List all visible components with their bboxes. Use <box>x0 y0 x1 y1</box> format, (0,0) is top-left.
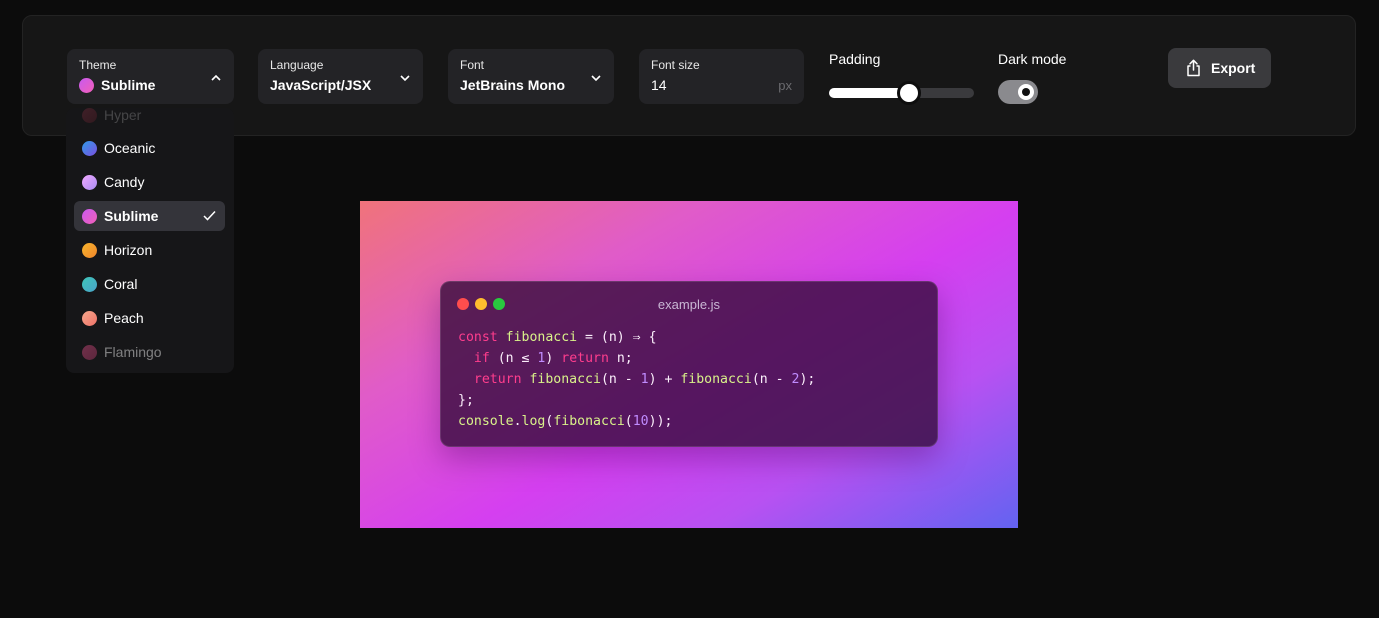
code-token: fibonacci <box>680 372 752 387</box>
code-block[interactable]: const fibonacci = (n) ⇒ { if (n ≤ 1) ret… <box>458 327 815 432</box>
code-token: return <box>561 351 609 366</box>
theme-option-coral[interactable]: Coral <box>74 269 225 299</box>
font-value: JetBrains Mono <box>460 77 566 93</box>
code-token: fibonacci <box>505 330 578 345</box>
code-token: return <box>473 372 530 387</box>
dark-mode-toggle[interactable] <box>998 80 1038 104</box>
code-line: console.log(fibonacci(10)); <box>458 411 815 432</box>
language-value: JavaScript/JSX <box>270 77 372 93</box>
theme-option-oceanic[interactable]: Oceanic <box>74 133 225 163</box>
export-label: Export <box>1211 60 1256 76</box>
chevron-down-icon <box>400 75 410 82</box>
theme-color-swatch <box>82 140 97 156</box>
code-token: . <box>513 414 522 429</box>
theme-option-label: Candy <box>104 174 145 190</box>
code-line: const fibonacci = (n) ⇒ { <box>458 327 815 348</box>
code-line: if (n ≤ 1) return n; <box>458 348 815 369</box>
checkmark-icon <box>203 210 216 221</box>
code-token: = (n) ⇒ { <box>577 330 657 345</box>
code-token: ) + <box>648 372 681 387</box>
theme-option-hyper[interactable]: Hyper <box>74 108 225 130</box>
theme-value: Sublime <box>101 77 156 93</box>
theme-label: Theme <box>79 58 117 72</box>
theme-dropdown-menu: Hyper Oceanic Candy Sublime Horizon Coral Peac… <box>66 108 234 373</box>
theme-color-swatch <box>82 174 97 190</box>
code-token: if <box>473 351 490 366</box>
chevron-up-icon <box>211 74 221 81</box>
theme-option-horizon[interactable]: Horizon <box>74 235 225 265</box>
code-token: console <box>458 414 514 429</box>
font-size-unit: px <box>778 78 792 93</box>
code-token: 1 <box>640 372 649 387</box>
export-button[interactable]: Export <box>1168 48 1271 88</box>
theme-option-label: Coral <box>104 276 138 292</box>
window-filename[interactable]: example.js <box>441 297 937 312</box>
theme-color-swatch <box>82 276 97 292</box>
theme-color-swatch <box>82 242 97 258</box>
theme-option-peach[interactable]: Peach <box>74 303 225 333</box>
code-token: ) <box>545 351 562 366</box>
code-token: const <box>458 330 506 345</box>
code-line: return fibonacci(n - 1) + fibonacci(n - … <box>458 369 815 390</box>
chevron-down-icon <box>591 75 601 82</box>
code-preview-canvas: example.js const fibonacci = (n) ⇒ { if … <box>360 201 1018 528</box>
code-token: 10 <box>632 414 649 429</box>
share-icon <box>1187 59 1200 77</box>
code-token: fibonacci <box>529 372 601 387</box>
code-window: example.js const fibonacci = (n) ⇒ { if … <box>440 281 938 447</box>
font-label: Font <box>460 58 485 72</box>
code-token: fibonacci <box>553 414 625 429</box>
code-token: ); <box>799 372 816 387</box>
theme-select[interactable]: Theme Sublime <box>67 49 234 104</box>
theme-option-sublime[interactable]: Sublime <box>74 201 225 231</box>
code-token: (n - <box>600 372 641 387</box>
theme-option-label: Hyper <box>104 108 142 123</box>
theme-color-swatch <box>82 108 97 123</box>
padding-slider[interactable] <box>829 81 974 105</box>
language-label: Language <box>270 58 324 72</box>
code-token: n; <box>608 351 633 366</box>
code-token: ( <box>624 414 633 429</box>
code-token: )); <box>648 414 673 429</box>
theme-color-swatch <box>79 78 94 93</box>
theme-option-label: Oceanic <box>104 140 156 156</box>
code-token: log <box>521 414 546 429</box>
font-size-value[interactable]: 14 <box>651 77 792 94</box>
font-size-label: Font size <box>651 58 700 72</box>
theme-option-label: Sublime <box>104 208 159 224</box>
theme-color-swatch <box>82 208 97 224</box>
theme-color-swatch <box>82 310 97 326</box>
code-token: }; <box>458 393 474 408</box>
dark-mode-label: Dark mode <box>998 51 1067 67</box>
theme-option-label: Horizon <box>104 242 153 258</box>
theme-option-candy[interactable]: Candy <box>74 167 225 197</box>
language-select[interactable]: Language JavaScript/JSX <box>258 49 423 104</box>
font-size-input[interactable]: Font size 14 px <box>639 49 804 104</box>
theme-color-swatch <box>82 344 97 360</box>
theme-option-label: Peach <box>104 310 144 326</box>
font-select[interactable]: Font JetBrains Mono <box>448 49 614 104</box>
code-token: (n - <box>751 372 792 387</box>
padding-slider-thumb[interactable] <box>896 81 921 105</box>
theme-option-flamingo[interactable]: Flamingo <box>74 337 225 367</box>
padding-label: Padding <box>829 51 881 67</box>
theme-option-label: Flamingo <box>104 344 162 360</box>
toggle-knob <box>1018 84 1034 100</box>
code-line: }; <box>458 390 815 411</box>
code-token: (n ≤ <box>489 351 538 366</box>
